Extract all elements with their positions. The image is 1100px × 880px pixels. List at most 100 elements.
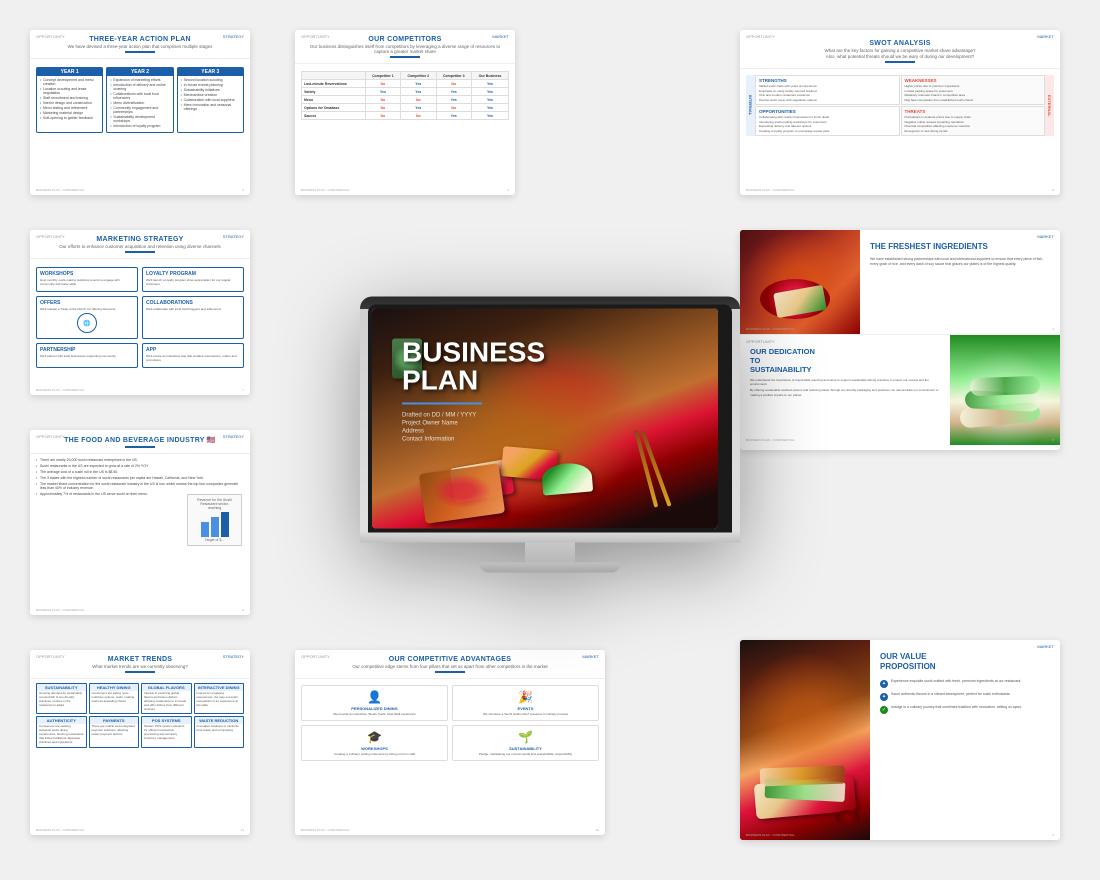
- bar1: [201, 522, 209, 537]
- bar2: [211, 517, 219, 537]
- slide-subtitle-three-year: We have devised a three-year action plan…: [38, 44, 242, 49]
- swot-tag-left: OPPORTUNITY: [746, 34, 775, 39]
- trend-auth-text: Consumers are seeking authentic sushi di…: [39, 725, 84, 744]
- marketing-subtitle: Our efforts to enhance customer acquisit…: [38, 244, 242, 249]
- vp-title: OUR VALUEPROPOSITION: [880, 652, 1050, 671]
- food-stat-5: The market share concentration for the s…: [36, 482, 244, 490]
- slide-swot: OPPORTUNITY MARKET SWOT ANALYSIS What ar…: [740, 30, 1060, 195]
- trend-pay-title: PAYMENTS: [90, 717, 139, 724]
- offers-title: OFFERS: [40, 300, 134, 306]
- competitors-table: Competitor 1 Competitor 2 Competitor 3 O…: [301, 71, 509, 120]
- swot-weaknesses-title: WEAKNESSES: [905, 78, 1042, 83]
- fresh-title: THE FRESHEST INGREDIENTS: [870, 242, 1050, 252]
- sustain-footer-right: 8: [1052, 438, 1054, 442]
- sustain-desc2: By offering sustainable seafood options …: [750, 388, 940, 396]
- vp-icon-1: ✦: [880, 680, 888, 688]
- monitor-screen: BUSINESS PLAN Drafted on DD / MM / YYYY …: [372, 308, 718, 528]
- trend-pos-title: POS SYSTEMS: [142, 717, 191, 724]
- slide-food-beverage: OPPORTUNITY STRATEGY THE FOOD AND BEVERA…: [30, 430, 250, 615]
- adv-tag-left: OPPORTUNITY: [301, 654, 330, 659]
- trend-interactive-text: Interest for engaging experiences, the w…: [197, 692, 242, 708]
- adv-sustainability-icon: 🌱: [457, 730, 594, 744]
- trends-footer-right: 11: [241, 828, 244, 832]
- trend-healthy-text: Consumers are eating more nutritious opt…: [92, 692, 137, 704]
- screen-title-line1: BUSINESS: [402, 338, 545, 366]
- adv-footer-right: 12: [596, 828, 599, 832]
- sustain-title: OUR DEDICATIONTOSUSTAINABILITY: [750, 347, 940, 374]
- sustain-footer-left: BUSINESS PLAN - CONFIDENTIAL: [746, 438, 795, 442]
- monitor: BUSINESS PLAN Drafted on DD / MM / YYYY …: [360, 296, 740, 572]
- swot-tag-right: MARKET: [1037, 34, 1054, 39]
- swot-internal-label: INTERNAL: [746, 75, 755, 136]
- trend-pos-text: Modern POS system solutions for efficien…: [144, 725, 189, 741]
- fresh-footer-left: BUSINESS PLAN - CONFIDENTIAL: [746, 327, 795, 331]
- swot-blue-bar: [885, 61, 915, 63]
- screen-drafted: Drafted on DD / MM / YYYY: [402, 412, 545, 418]
- food-stat-4: The 3 states with the highest number of …: [36, 476, 244, 480]
- adv-events-icon: 🎉: [457, 690, 594, 704]
- vp-footer-right: 6: [1052, 833, 1054, 837]
- comp-subtitle: Our business distinguishes itself from c…: [303, 44, 507, 54]
- sustain-tag-left: OPPORTUNITY: [746, 339, 775, 344]
- trends-blue-bar: [125, 671, 155, 673]
- slide-freshest-sustainability: OPPORTUNITY MARKET THE FRESHEST INGREDIE…: [740, 230, 1060, 450]
- marketing-tag-left: OPPORTUNITY: [36, 234, 65, 239]
- adv-workshops: 🎓 WORKSHOPS Creating a 'culinary' settin…: [301, 725, 448, 761]
- food-footer-right: 9: [242, 608, 244, 612]
- food-tag-left: OPPORTUNITY: [36, 434, 65, 439]
- screen-text: BUSINESS PLAN Drafted on DD / MM / YYYY …: [402, 338, 545, 444]
- slide-value-proposition: OPPORTUNITY MARKET OUR VALUEPROPOSITION …: [740, 640, 1060, 840]
- adv-personalized: 👤 PERSONALIZED DINING We provide an inte…: [301, 685, 448, 721]
- trend-sustain-title: SUSTAINABILITY: [37, 684, 86, 691]
- trend-interactive-title: INTERACTIVE DINING: [195, 684, 244, 691]
- sushi-red-overlay: [432, 473, 492, 508]
- trend-healthy-title: HEALTHY DINING: [90, 684, 139, 691]
- trends-footer-left: BUSINESS PLAN - CONFIDENTIAL: [36, 828, 85, 832]
- comp-tag-right: MARKET: [492, 34, 509, 39]
- screen-blue-divider: [402, 402, 482, 404]
- adv-sustainability: 🌱 SUSTAINABILITY Pledge, maintaining our…: [452, 725, 599, 761]
- sustain-desc1: We understand the importance of responsi…: [750, 378, 940, 386]
- app-text: We'll create an interactive App that ena…: [146, 354, 240, 362]
- marketing-title: MARKETING STRATEGY: [38, 236, 242, 243]
- trend-global-title: GLOBAL FLAVORS: [142, 684, 191, 691]
- vp-icon-2: ✦: [880, 693, 888, 701]
- trends-tag-left: OPPORTUNITY: [36, 654, 65, 659]
- trend-auth-title: AUTHENTICITY: [37, 717, 86, 724]
- slide-market-trends: OPPORTUNITY STRATEGY MARKET TRENDS What …: [30, 650, 250, 835]
- vp-desc-2: Savor authentic flavors in a vibrant atm…: [891, 692, 1011, 697]
- vp-desc-1: Experience exquisite sushi crafted with …: [891, 679, 1021, 684]
- slide-tag-strategy: STRATEGY: [223, 34, 244, 39]
- loyalty-text: We'll launch a loyalty program show appr…: [146, 278, 240, 286]
- adv-tag-right: MARKET: [582, 654, 599, 659]
- trend-pay-text: There are mobile web-integrated payment …: [92, 725, 137, 737]
- comp-blue-bar: [390, 56, 420, 58]
- fresh-tag-right: MARKET: [1037, 234, 1054, 239]
- swot-subtitle1: What are the key factors for gaining a c…: [748, 48, 1052, 53]
- screen-address: Address: [402, 428, 545, 434]
- adv-workshops-icon: 🎓: [306, 730, 443, 744]
- trend-waste-title: WASTE REDUCTION: [195, 717, 244, 724]
- slide-marketing: OPPORTUNITY STRATEGY MARKETING STRATEGY …: [30, 230, 250, 395]
- swot-footer-right: 5: [1052, 188, 1054, 192]
- slide-competitive-advantages: OPPORTUNITY MARKET OUR COMPETITIVE ADVAN…: [295, 650, 605, 835]
- trend-waste-text: Innovative solutions to minimize food wa…: [197, 725, 242, 733]
- food-tag-right: STRATEGY: [223, 434, 244, 439]
- screen-project: Project Owner Name: [402, 420, 545, 426]
- partner-text: We'll partner with local businesses supp…: [40, 354, 134, 358]
- food-footer-left: BUSINESS PLAN - CONFIDENTIAL: [36, 608, 85, 612]
- app-title: APP: [146, 347, 240, 353]
- trend-sustain-text: Growing demand for sustainably sourced f…: [39, 692, 84, 708]
- marketing-blue-bar: [125, 251, 155, 253]
- revenue-box: Revenue for the SushiRestaurant sector,r…: [187, 494, 242, 546]
- slide-tag-opportunity: OPPORTUNITY: [36, 34, 65, 39]
- swot-strengths-title: STRENGTHS: [759, 78, 896, 83]
- food-blue-bar: [125, 446, 155, 448]
- workshops-text: Host monthly sushi-making workshop event…: [40, 278, 134, 286]
- loyalty-title: LOYALTY PROGRAM: [146, 271, 240, 277]
- food-stat-1: There are nearly 20,000 sushi restaurant…: [36, 458, 244, 462]
- comp-footer-left: BUSINESS PLAN - CONFIDENTIAL: [301, 188, 350, 192]
- slide-competitors: OPPORTUNITY MARKET OUR COMPETITORS Our b…: [295, 30, 515, 195]
- swot-footer-left: BUSINESS PLAN - CONFIDENTIAL: [746, 188, 795, 192]
- comp-title: OUR COMPETITORS: [303, 36, 507, 43]
